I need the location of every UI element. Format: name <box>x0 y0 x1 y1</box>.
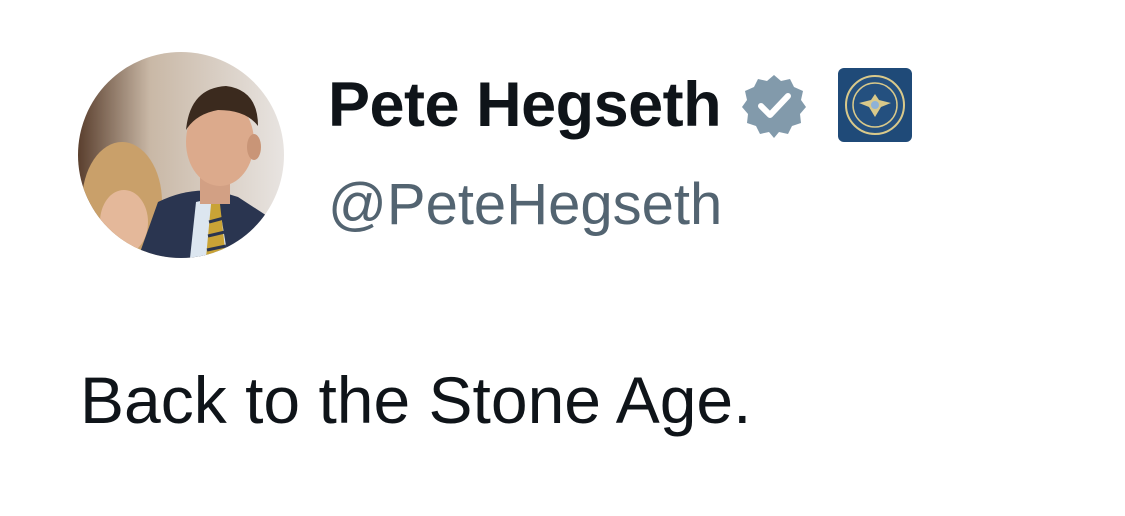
author-display-name[interactable]: Pete Hegseth <box>328 62 722 148</box>
author-handle[interactable]: @PeteHegseth <box>328 165 722 245</box>
affiliation-seal-icon[interactable] <box>837 67 913 143</box>
author-avatar[interactable] <box>78 52 284 258</box>
verified-badge-icon <box>741 72 807 138</box>
tweet-card: Pete Hegseth @PeteHegseth Back to the St… <box>0 0 1125 516</box>
author-name-row: Pete Hegseth <box>328 62 913 148</box>
tweet-text: Back to the Stone Age. <box>80 363 752 437</box>
avatar-photo <box>78 52 284 258</box>
